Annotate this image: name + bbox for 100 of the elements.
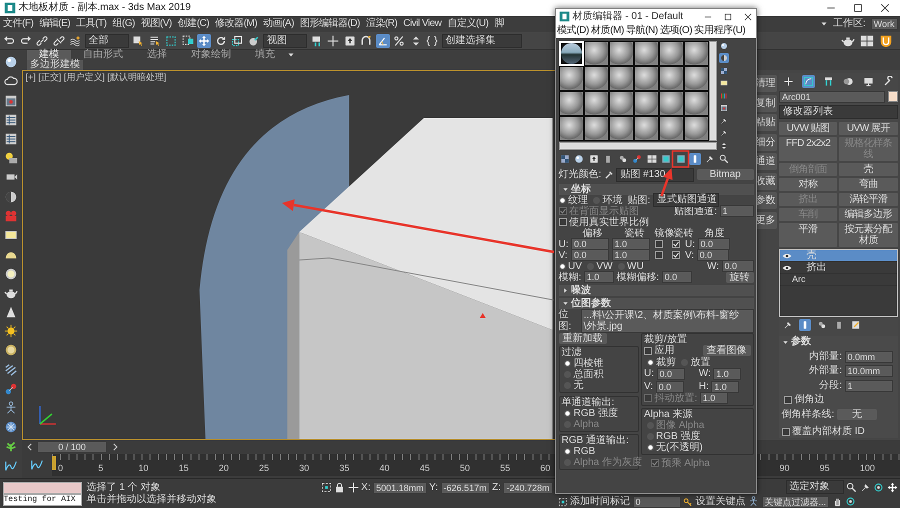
disc-icon[interactable] [4,266,18,281]
spinner-field[interactable]: 0.0mm [844,350,892,362]
spinner-field[interactable]: 0.0 [722,260,754,272]
radio-button[interactable] [586,262,594,270]
frame-counter-field[interactable]: 0 / 100 [37,441,107,453]
magnify-icon[interactable] [846,482,857,492]
frame-field[interactable]: 0 [632,496,680,508]
sun-icon[interactable] [4,324,18,338]
curve-icon[interactable] [30,458,44,472]
panel-icon[interactable] [4,132,18,146]
eyedropper-icon[interactable] [604,170,614,180]
modifier-button[interactable]: 平滑 [779,222,838,246]
maximize-icon[interactable] [852,2,864,14]
mapping-dropdown[interactable]: 显式贴图通道 [652,193,719,207]
magnify-icon[interactable] [718,153,730,165]
menu-item[interactable]: 创建(C) [174,18,212,30]
key-icon[interactable] [683,496,693,506]
percent-icon[interactable] [392,34,406,48]
rollout-title[interactable]: 参数 [791,336,811,348]
dropdown[interactable]: 全部 [84,34,128,48]
monitor-icon[interactable] [862,75,875,88]
environment-sample[interactable] [560,42,582,64]
move-icon[interactable] [197,34,211,48]
angle-icon[interactable] [376,34,390,48]
spinner-field[interactable]: 0.0 [662,271,692,283]
target-icon[interactable] [320,482,332,492]
close-icon[interactable] [879,2,891,14]
coordinate-field[interactable]: -626.517m [440,482,490,494]
modifier-list-dropdown[interactable]: 修改器列表 [779,105,898,119]
spinner-field[interactable]: 1.0 [612,249,650,261]
viewport-label[interactable]: [+] [26,71,36,83]
scale-icon[interactable] [230,34,244,48]
target-icon[interactable] [558,496,568,506]
coordinate-field[interactable]: 5001.18mm [373,482,427,494]
spinner-field[interactable]: 0.0 [656,380,684,392]
menu-item[interactable]: 动画(A) [260,18,297,30]
dropdown-arrow-icon[interactable] [562,186,568,192]
panel-icon[interactable] [4,112,18,127]
sphere-icon[interactable] [573,153,585,165]
menu-item[interactable]: 工具(T) [73,18,110,30]
spinner-field[interactable]: 0.0 [656,368,684,380]
spinner-field[interactable]: 1.0 [711,380,740,392]
color-bars-icon[interactable] [719,90,729,100]
rollout-title[interactable]: 噪波 [571,284,591,296]
square-icon[interactable] [674,153,686,165]
menu-item[interactable]: 自定义(U) [444,18,492,30]
ribbon-tab[interactable]: 填充 [243,50,287,60]
stripes-icon[interactable] [4,362,18,377]
spline-button[interactable]: 无 [836,409,877,420]
cursor-square-icon[interactable] [131,34,145,48]
radio-button[interactable] [564,410,571,416]
list-cursor-icon[interactable] [148,34,162,48]
rectangle-icon[interactable] [719,78,729,88]
checkbox[interactable] [782,428,790,436]
chevron-left-icon[interactable] [24,442,34,452]
radio-button[interactable] [558,196,566,204]
magnet-icon[interactable] [359,34,373,48]
radio-button[interactable] [646,444,654,451]
figure-icon[interactable] [748,496,759,507]
modifier-button[interactable]: 弯曲 [839,178,898,190]
bar-icon[interactable] [689,153,701,165]
pin-icon[interactable] [719,128,729,138]
checker-icon[interactable] [558,153,570,165]
spinner-field[interactable]: 1 [720,205,754,217]
modifier-button[interactable]: 壳 [839,162,898,176]
dropdown-arrow-icon[interactable] [562,300,568,306]
snowflake-icon[interactable] [4,420,18,434]
checkbox[interactable] [655,240,663,248]
checkbox[interactable] [644,346,652,354]
modifier-button[interactable]: 对称 [779,178,838,190]
menu-item[interactable]: 文件(F) [0,18,36,30]
ribbon-tab[interactable]: 选择 [135,50,179,60]
spinner-field[interactable]: 10.0mm [844,365,892,377]
dropdown-arrow-icon[interactable] [782,338,788,346]
shield-icon[interactable] [879,34,893,48]
half-sphere-icon[interactable] [4,190,18,204]
arrow-square-icon[interactable] [342,34,356,48]
orbit-icon[interactable] [873,482,884,492]
modifier-button[interactable]: FFD 2x2x2 [779,136,838,160]
color-swatch[interactable] [888,91,898,102]
key-mode-dropdown[interactable]: 选定对象 [786,480,844,494]
stack-item[interactable]: Arc [780,274,896,286]
menu-item[interactable]: 渲染(R) [362,18,400,30]
lock-icon[interactable] [334,482,346,492]
menu-item[interactable]: Civil View [400,18,444,30]
crossing-square-icon[interactable] [180,34,194,48]
window-grid-icon[interactable] [860,34,874,48]
crosshair-icon[interactable] [348,482,359,492]
window-grid-icon[interactable] [646,153,658,165]
checkbox[interactable] [655,251,663,259]
modifier-button[interactable]: 涡轮平滑 [839,192,898,206]
dropdown[interactable]: 视图 [263,34,307,48]
menu-item[interactable]: 修改器(M) [212,18,260,30]
ribbon-tab[interactable]: 自由形式 [71,50,135,60]
spinner-field[interactable]: 1.0 [713,368,742,380]
menu-item[interactable]: 组(G) [109,18,138,30]
orbit-icon[interactable] [845,496,856,507]
arrow-square-icon[interactable] [588,153,600,165]
dropdown-arrow-icon[interactable] [562,286,568,294]
spinner-field[interactable]: 1.0 [612,238,650,250]
